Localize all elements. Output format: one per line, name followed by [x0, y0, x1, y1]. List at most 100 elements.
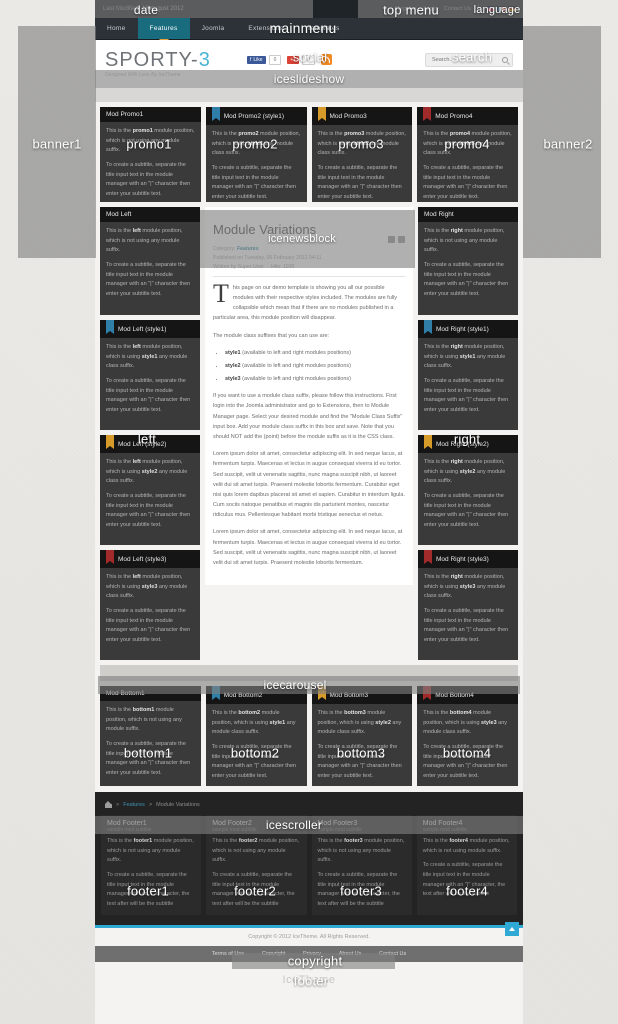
facebook-like-button[interactable]: f Like: [247, 55, 266, 64]
menu-item-joomla[interactable]: Joomla: [190, 18, 237, 39]
module-title: Mod Left: [100, 207, 200, 222]
module-right-style2: Mod Right (style2) This is the right mod…: [418, 435, 518, 545]
bottom2-text2: To create a subtitle, separate the title…: [211, 743, 296, 779]
module-title-row: Mod Left (style1): [100, 320, 200, 338]
logo-main: SPORTY-: [105, 49, 199, 71]
module-title: Mod Promo4: [435, 112, 473, 120]
googleplus-button[interactable]: +1: [287, 55, 300, 64]
home-icon[interactable]: [105, 801, 112, 808]
bottom2-text1: This is the bottom2 module position, whi…: [211, 710, 296, 736]
site-container: Last Modified: 18 August 2012 Register L…: [95, 0, 523, 1024]
article-paragraph-2: The module class suffixes that you can u…: [213, 332, 330, 339]
module-body: This is the bottom3 module position, whi…: [312, 704, 413, 786]
menu-item-home[interactable]: Home: [95, 18, 138, 39]
style2-name: style2: [225, 362, 241, 369]
ribbon-icon: [424, 550, 432, 564]
style2-desc: (available to left and right modules pos…: [240, 362, 351, 369]
promo1-text1: This is the promo1 module position, whic…: [106, 128, 195, 154]
left1-text2: To create a subtitle, separate the title…: [106, 377, 191, 413]
rss-icon[interactable]: [320, 54, 332, 65]
logo-accent: 3: [198, 49, 211, 71]
band-topmenu: [358, 0, 523, 18]
right3-text1: This is the right module position, which…: [424, 574, 506, 600]
module-title: Mod Left (style3): [118, 555, 167, 563]
bottom1-text2: To create a subtitle, separate the title…: [106, 740, 191, 776]
module-body: This is the left module position, which …: [100, 222, 200, 309]
right-text2: To create a subtitle, separate the title…: [424, 261, 509, 297]
search-input[interactable]: [430, 56, 502, 64]
module-title: Mod Right (style1): [436, 325, 489, 333]
bottom4-text2: To create a subtitle, separate the title…: [423, 743, 508, 779]
main-menu: Home Features Joomla Extensions Template…: [95, 18, 523, 40]
bottom3-text2: To create a subtitle, separate the title…: [317, 743, 402, 779]
promo1-text2: To create a subtitle, separate the title…: [106, 161, 191, 197]
search-module[interactable]: [425, 53, 513, 67]
module-title: Mod Promo1: [100, 107, 201, 122]
module-promo3: Mod Promo3 This is the promo3 module pos…: [311, 107, 413, 202]
module-right-style3: Mod Right (style3) This is the right mod…: [418, 550, 518, 660]
content-row: Mod Left This is the left module positio…: [95, 207, 523, 665]
breadcrumb-item-features[interactable]: Features: [123, 802, 145, 808]
module-body: This is the bottom4 module position, whi…: [417, 704, 518, 786]
module-body: This is the left module position, which …: [100, 568, 200, 655]
menu-item-features[interactable]: Features: [137, 18, 190, 39]
module-bottom1: Mod Bottom1 This is the bottom1 module p…: [100, 686, 201, 786]
search-icon[interactable]: [502, 57, 508, 63]
go-to-top-button[interactable]: [505, 922, 519, 936]
module-bottom3: Mod Bottom3 This is the bottom3 module p…: [311, 686, 413, 786]
article-p1-text: his page on our demo template is showing…: [213, 284, 397, 322]
bottom4-text1: This is the bottom4 module position, whi…: [423, 710, 508, 736]
article-paragraph-4: Lorem ipsum dolor sit amet, consectetur …: [213, 451, 405, 519]
module-body: This is the left module position, which …: [100, 453, 200, 540]
module-title: Mod Right (style2): [436, 440, 489, 448]
ribbon-icon: [106, 550, 114, 564]
module-title-row: Mod Right (style1): [418, 320, 518, 338]
module-title: Mod Left (style2): [118, 440, 167, 448]
googleplus-widget[interactable]: +1 0: [287, 54, 315, 65]
left2-text1: This is the left module position, which …: [106, 459, 188, 485]
breadcrumb-item-current: Module Variations: [156, 802, 200, 808]
module-body: This is the promo4 module position, whic…: [417, 125, 518, 202]
facebook-like-count: 0: [268, 54, 282, 65]
site-logo[interactable]: SPORTY-3: [105, 50, 245, 70]
list-item: style3 (available to left and right modu…: [225, 374, 405, 384]
module-body: This is the promo2 module position, whic…: [206, 125, 307, 202]
right-column: Mod Right This is the right module posit…: [418, 207, 518, 660]
ribbon-icon: [424, 320, 432, 334]
facebook-like-widget[interactable]: f Like 0: [247, 54, 282, 65]
left-text2: To create a subtitle, separate the title…: [106, 261, 191, 297]
module-body: This is the bottom2 module position, whi…: [206, 704, 307, 786]
footer1-text2: To create a subtitle, separate the title…: [107, 871, 190, 907]
module-left: Mod Left This is the left module positio…: [100, 207, 200, 315]
module-title-row: Mod Promo3: [311, 107, 413, 125]
social-module: f Like 0 +1 0: [247, 54, 332, 65]
facebook-icon: f: [250, 56, 252, 63]
module-body: This is the promo3 module position, whic…: [312, 125, 413, 202]
ribbon-icon: [106, 435, 114, 449]
right1-text1: This is the right module position, which…: [424, 344, 506, 370]
module-promo4: Mod Promo4 This is the promo4 module pos…: [417, 107, 518, 202]
right3-text2: To create a subtitle, separate the title…: [424, 607, 509, 643]
left3-text2: To create a subtitle, separate the title…: [106, 607, 191, 643]
right1-text2: To create a subtitle, separate the title…: [424, 377, 509, 413]
footer4-text2: To create a subtitle, separate the title…: [422, 862, 506, 898]
menu-item-templates[interactable]: Templates: [295, 18, 351, 39]
left2-text2: To create a subtitle, separate the title…: [106, 492, 191, 528]
breadcrumb-sep-1: >: [116, 802, 120, 808]
googleplus-count: 0: [302, 54, 315, 65]
menu-item-extensions[interactable]: Extensions: [236, 18, 295, 39]
bottom-row: Mod Bottom1 This is the bottom1 module p…: [95, 686, 523, 792]
style1-name: style1: [225, 349, 241, 356]
band-icenewsblock: [200, 210, 415, 268]
module-body: This is the right module position, which…: [418, 453, 518, 540]
band-slideshow: [95, 70, 523, 88]
band-copyright: [232, 953, 395, 969]
style3-desc: (available to left and right modules pos…: [240, 376, 351, 383]
iceslideshow-position: [95, 88, 523, 102]
chevron-up-icon: [509, 927, 515, 931]
promo4-text1: This is the promo4 module position, whic…: [423, 131, 512, 157]
footer2-text2: To create a subtitle, separate the title…: [212, 871, 295, 907]
facebook-like-label: Like: [253, 56, 263, 63]
module-title: Mod Left (style1): [118, 325, 167, 333]
module-title-row: Mod Left (style2): [100, 435, 200, 453]
